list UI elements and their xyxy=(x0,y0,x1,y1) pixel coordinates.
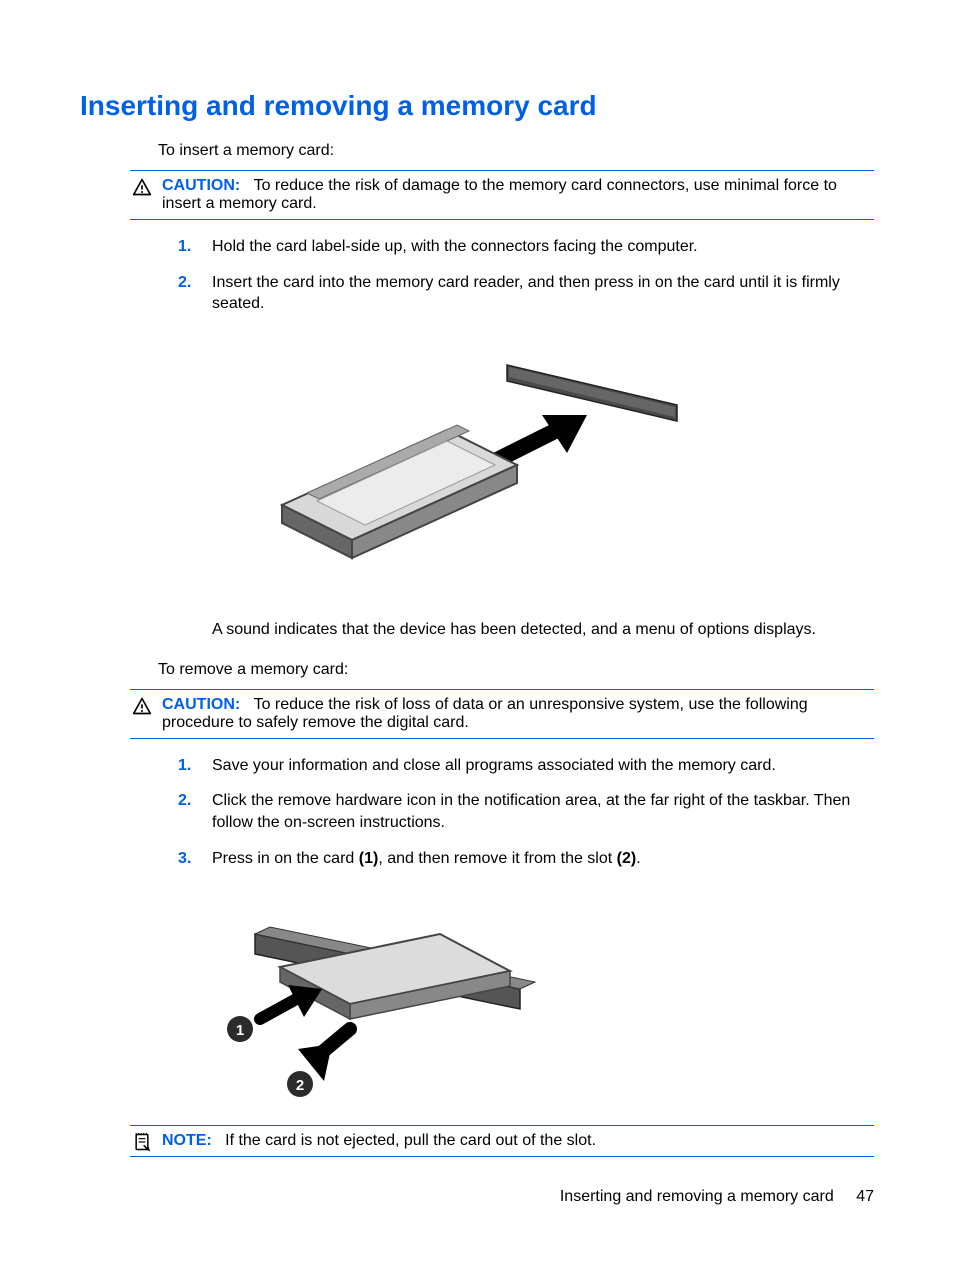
note-text: If the card is not ejected, pull the car… xyxy=(225,1132,596,1149)
svg-text:1: 1 xyxy=(236,1022,244,1039)
page-footer: Inserting and removing a memory card 47 xyxy=(560,1188,874,1206)
insert-intro: To insert a memory card: xyxy=(158,142,874,160)
remove-diagram: 1 2 xyxy=(210,889,874,1099)
step3-b2: (2) xyxy=(617,850,637,867)
list-item: Save your information and close all prog… xyxy=(178,755,874,777)
caution-label: CAUTION: xyxy=(162,696,240,713)
insert-steps-list: Hold the card label-side up, with the co… xyxy=(178,236,874,315)
list-item: Press in on the card (1), and then remov… xyxy=(178,848,874,870)
footer-title: Inserting and removing a memory card xyxy=(560,1188,834,1205)
document-page: Inserting and removing a memory card To … xyxy=(0,0,954,1157)
caution-icon xyxy=(132,177,154,199)
caution-label: CAUTION: xyxy=(162,177,240,194)
caution-text-1: To reduce the risk of damage to the memo… xyxy=(162,177,837,212)
step3-post: . xyxy=(636,850,640,867)
step3-mid: , and then remove it from the slot xyxy=(378,850,616,867)
caution-icon xyxy=(132,696,154,718)
list-item: Hold the card label-side up, with the co… xyxy=(178,236,874,258)
caution-text xyxy=(245,177,254,194)
caution-text-2: To reduce the risk of loss of data or an… xyxy=(162,696,808,731)
note-text-sp xyxy=(216,1132,225,1149)
caution-text xyxy=(245,696,254,713)
step3-pre: Press in on the card xyxy=(212,850,359,867)
list-item: Insert the card into the memory card rea… xyxy=(178,272,874,315)
caution-box-1: CAUTION: To reduce the risk of damage to… xyxy=(130,170,874,220)
caution-box-2: CAUTION: To reduce the risk of loss of d… xyxy=(130,689,874,739)
list-item: Click the remove hardware icon in the no… xyxy=(178,790,874,833)
note-label: NOTE: xyxy=(162,1132,212,1149)
footer-page-number: 47 xyxy=(856,1188,874,1205)
note-box: NOTE: If the card is not ejected, pull t… xyxy=(130,1125,874,1157)
step3-b1: (1) xyxy=(359,850,379,867)
insert-diagram xyxy=(80,335,874,595)
svg-text:2: 2 xyxy=(296,1077,304,1094)
remove-steps-list: Save your information and close all prog… xyxy=(178,755,874,869)
remove-intro: To remove a memory card: xyxy=(158,661,874,679)
after-insert-text: A sound indicates that the device has be… xyxy=(212,621,874,639)
note-icon xyxy=(132,1132,154,1154)
page-heading: Inserting and removing a memory card xyxy=(80,90,874,122)
